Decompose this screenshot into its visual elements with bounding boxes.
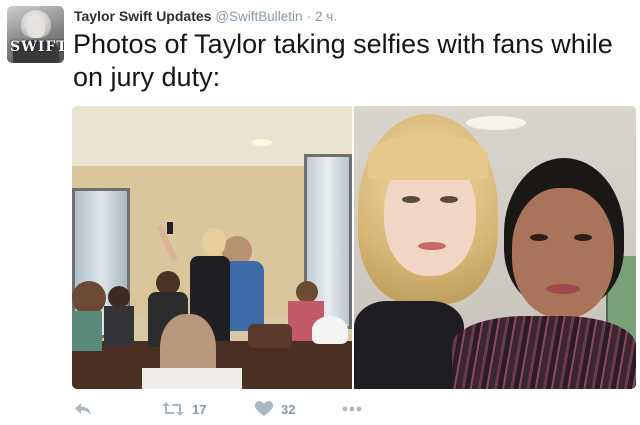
like-button[interactable]: 32 xyxy=(255,398,295,420)
taylor-eye xyxy=(440,196,458,203)
avatar-logo-text: SWIFT xyxy=(10,39,64,55)
taylor-lips xyxy=(418,242,446,250)
more-icon xyxy=(342,406,362,412)
media-grid xyxy=(72,106,636,389)
tweet-header: Taylor Swift Updates @SwiftBulletin · 2 … xyxy=(74,7,337,26)
ceiling-light xyxy=(466,116,526,130)
tweet-card: SWIFT Taylor Swift Updates @SwiftBulleti… xyxy=(0,0,640,425)
foreground-white-top xyxy=(142,368,242,389)
fan-eye xyxy=(574,234,592,241)
taylor-eye xyxy=(402,196,420,203)
fan-smile xyxy=(546,284,580,294)
timestamp[interactable]: 2 ч. xyxy=(315,9,337,24)
header-separator: · xyxy=(306,8,312,24)
white-cap xyxy=(312,316,348,344)
right-woman-head xyxy=(296,281,318,303)
ceiling-light xyxy=(252,139,272,146)
avatar[interactable]: SWIFT xyxy=(7,6,64,63)
heart-icon xyxy=(255,401,273,417)
tweet-actions: 17 32 xyxy=(74,398,494,420)
seated-woman-head xyxy=(72,281,106,315)
reply-button[interactable] xyxy=(74,398,92,420)
like-count: 32 xyxy=(281,401,296,417)
retweet-button[interactable]: 17 xyxy=(162,398,206,420)
retweet-count: 17 xyxy=(192,401,207,417)
tweet-text: Photos of Taylor taking selfies with fan… xyxy=(73,29,613,92)
fan-eye xyxy=(530,234,548,241)
seated-person-top xyxy=(104,306,134,346)
taylor-bangs xyxy=(368,134,488,180)
group-selfie-photo[interactable] xyxy=(72,106,352,389)
fan-plaid-shirt xyxy=(452,316,636,389)
avatar-face xyxy=(27,18,45,38)
more-button[interactable] xyxy=(342,398,362,420)
phone xyxy=(167,222,173,234)
taylor-black-top xyxy=(354,301,464,389)
retweet-icon xyxy=(162,401,184,417)
close-up-selfie-photo[interactable] xyxy=(354,106,636,389)
display-name[interactable]: Taylor Swift Updates xyxy=(74,8,211,24)
user-handle[interactable]: @SwiftBulletin xyxy=(215,9,302,24)
seated-person-head xyxy=(108,286,130,308)
seated-woman-top xyxy=(72,311,102,351)
chair xyxy=(248,324,292,348)
taylor-hair xyxy=(202,228,226,256)
fan-face xyxy=(512,188,614,318)
reply-icon xyxy=(74,401,92,417)
